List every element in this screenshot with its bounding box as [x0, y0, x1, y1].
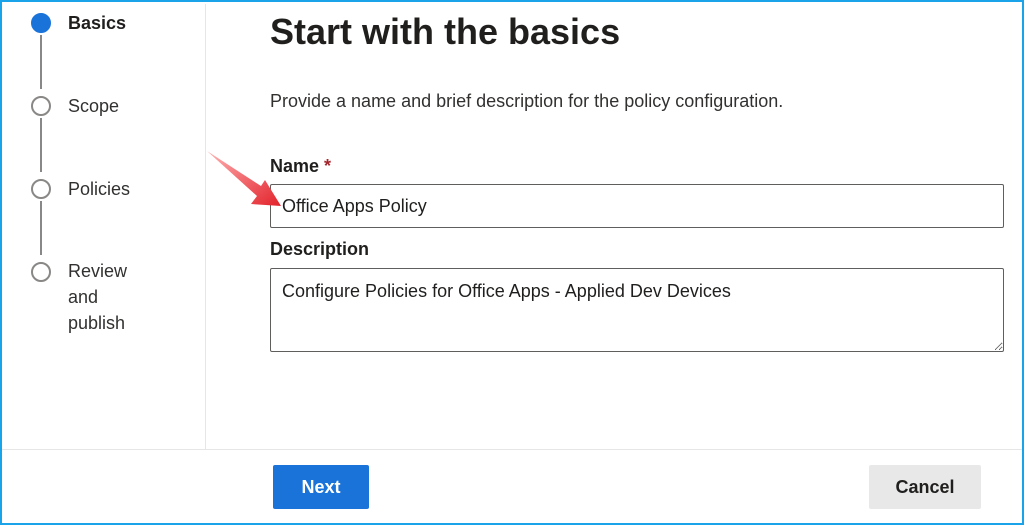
step-connector — [40, 201, 42, 255]
wizard-footer: Next Cancel — [2, 449, 1022, 523]
step-basics[interactable]: Basics — [68, 10, 126, 36]
step-connector — [40, 35, 42, 89]
step-basics-indicator-icon — [31, 13, 51, 33]
page-description: Provide a name and brief description for… — [270, 91, 784, 111]
required-indicator: * — [324, 156, 332, 176]
step-scope[interactable]: Scope — [68, 93, 119, 119]
step-review-indicator-icon — [31, 262, 51, 282]
step-scope-indicator-icon — [31, 96, 51, 116]
step-policies[interactable]: Policies — [68, 176, 130, 202]
next-button[interactable]: Next — [273, 465, 369, 509]
step-policies-indicator-icon — [31, 179, 51, 199]
app-frame: Basics Scope Policies Review and publish — [0, 0, 1024, 525]
wizard-steps-nav: Basics Scope Policies Review and publish — [4, 4, 206, 451]
description-field-label: Description — [270, 239, 370, 259]
description-textarea[interactable]: Configure Policies for Office Apps - App… — [270, 268, 1004, 352]
cancel-button[interactable]: Cancel — [869, 465, 981, 509]
name-label-text: Name — [270, 156, 320, 176]
name-field-label: Name * — [270, 154, 331, 178]
name-input[interactable] — [270, 184, 1004, 228]
page-title: Start with the basics — [270, 11, 621, 52]
step-connector — [40, 118, 42, 172]
step-review-and-publish[interactable]: Review and publish — [68, 258, 127, 336]
